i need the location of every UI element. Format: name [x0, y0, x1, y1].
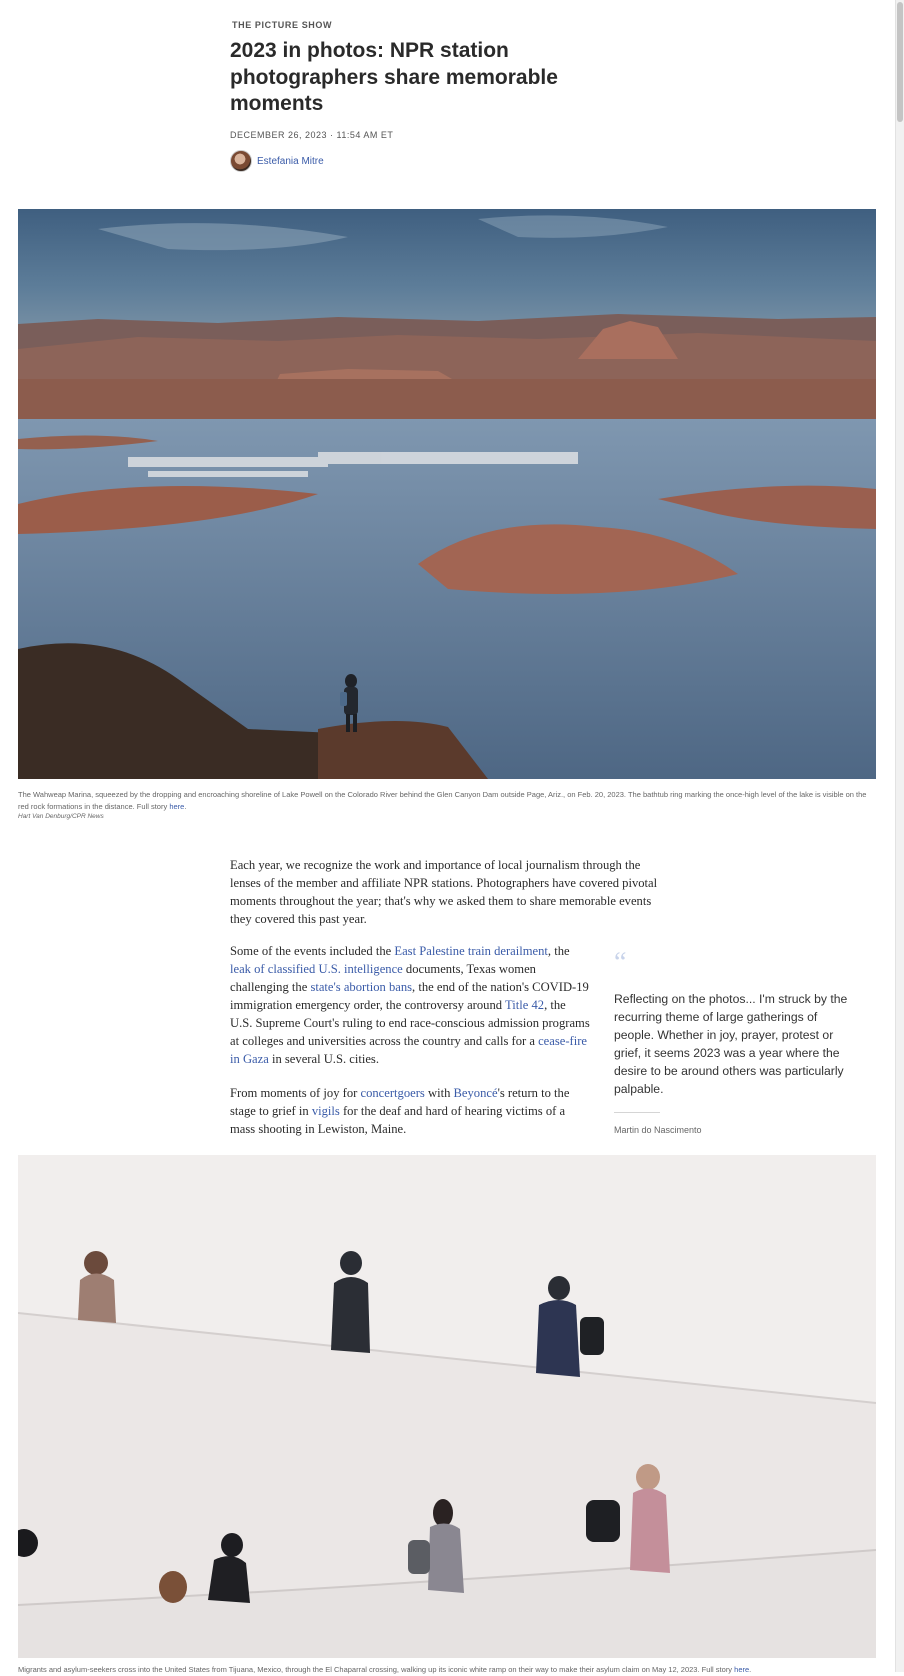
caption-story-link[interactable]: here	[169, 802, 184, 811]
link-beyonce[interactable]: Beyoncé	[454, 1086, 498, 1100]
ramp-photo-caption: Migrants and asylum-seekers cross into t…	[18, 1665, 752, 1674]
scrollbar-thumb[interactable]	[897, 2, 903, 122]
byline: Estefania Mitre	[230, 150, 324, 172]
article-dateline: DECEMBER 26, 2023 · 11:54 AM ET	[230, 130, 394, 140]
link-east-palestine[interactable]: East Palestine train derailment	[394, 944, 548, 958]
link-intelligence-leak[interactable]: leak of classified U.S. intelligence	[230, 962, 403, 976]
quote-text: Reflecting on the photos... I'm struck b…	[614, 992, 848, 1096]
moments-paragraph: From moments of joy for concertgoers wit…	[230, 1086, 570, 1136]
article-headline: 2023 in photos: NPR station photographer…	[230, 39, 558, 115]
photo-el-chaparral-ramp[interactable]	[18, 1155, 876, 1658]
pull-quote: “ Reflecting on the photos... I'm struck…	[614, 947, 854, 1135]
author-link[interactable]: Estefania Mitre	[257, 156, 324, 167]
link-vigils[interactable]: vigils	[312, 1104, 340, 1118]
section-kicker[interactable]: THE PICTURE SHOW	[232, 20, 332, 30]
el-chaparral-image	[18, 1155, 876, 1658]
quote-divider	[614, 1112, 660, 1113]
link-title-42[interactable]: Title 42	[505, 998, 544, 1012]
events-paragraph: Some of the events included the East Pal…	[230, 944, 590, 1066]
lead-photo-credit: Hart Van Denburg/CPR News	[18, 813, 104, 820]
link-concertgoers[interactable]: concertgoers	[360, 1086, 424, 1100]
intro-paragraph: Each year, we recognize the work and imp…	[230, 858, 658, 926]
quote-mark-icon: “	[614, 947, 627, 978]
caption-story-link-2[interactable]: here	[734, 1665, 749, 1674]
lake-powell-image	[18, 209, 876, 779]
lead-photo-caption: The Wahweap Marina, squeezed by the drop…	[18, 790, 867, 811]
lead-photo-lake-powell[interactable]	[18, 209, 876, 779]
author-avatar[interactable]	[230, 150, 252, 172]
scrollbar-track[interactable]	[895, 0, 904, 1672]
link-abortion-bans[interactable]: state's abortion bans	[310, 980, 412, 994]
quote-attribution: Martin do Nascimento	[614, 1125, 702, 1135]
